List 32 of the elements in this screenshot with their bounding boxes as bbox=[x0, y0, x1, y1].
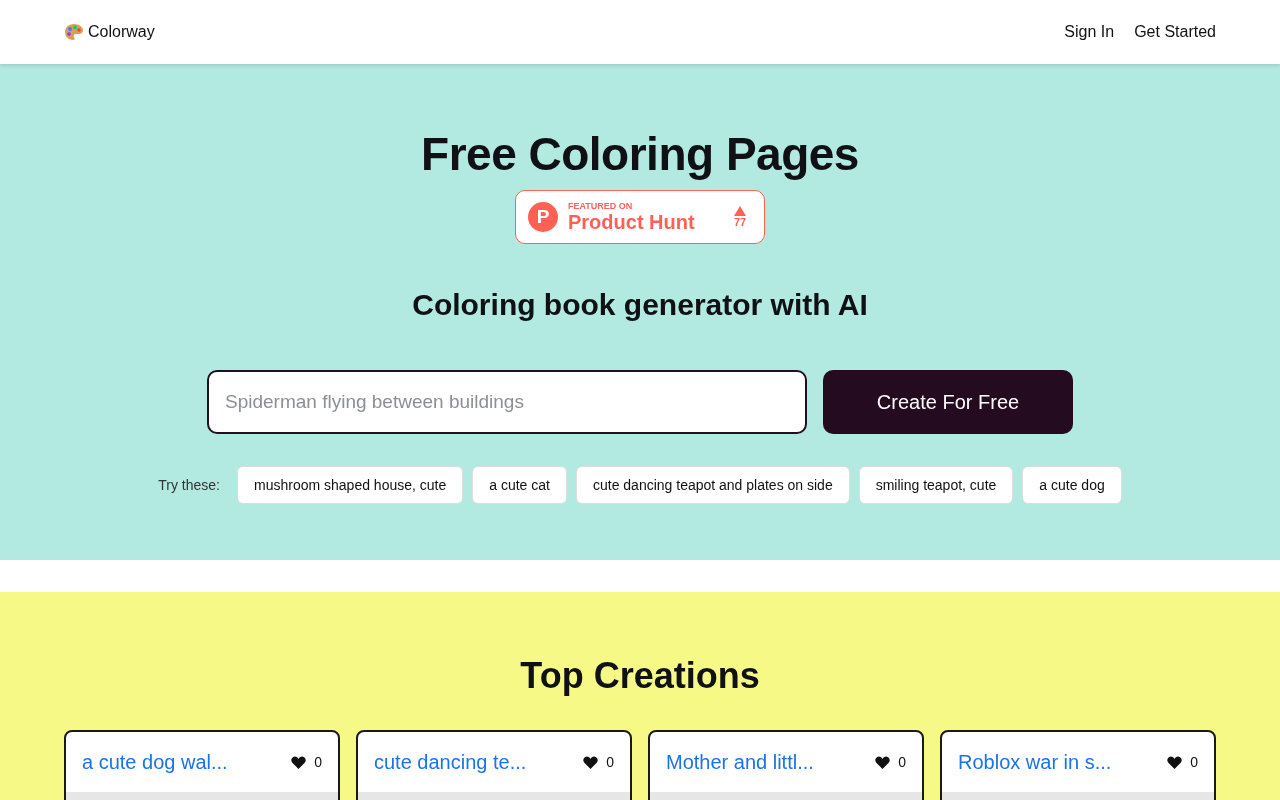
heart-icon[interactable] bbox=[291, 755, 307, 769]
prompt-input[interactable]: Spiderman flying between buildings bbox=[207, 370, 807, 434]
creation-title[interactable]: Mother and littl... bbox=[666, 750, 814, 774]
like-count: 0 bbox=[314, 754, 322, 770]
like-count: 0 bbox=[898, 754, 906, 770]
nav-link[interactable]: Get Started bbox=[1134, 23, 1216, 41]
badge-eyebrow: FEATURED ON bbox=[568, 201, 634, 211]
suggestion-chip[interactable]: mushroom shaped house, cute bbox=[237, 466, 464, 504]
creation-title[interactable]: Roblox war in s... bbox=[958, 750, 1112, 774]
brand-name: Colorway bbox=[88, 23, 155, 41]
creation-title[interactable]: a cute dog wal... bbox=[82, 750, 228, 774]
suggestion-chip[interactable]: cute dancing teapot and plates on side bbox=[575, 466, 850, 504]
heart-icon[interactable] bbox=[1167, 755, 1183, 769]
hero-title: Free Coloring Pages bbox=[421, 127, 859, 182]
hero-subtitle: Coloring book generator with AI bbox=[412, 288, 868, 322]
vote-count: 77 bbox=[733, 216, 747, 228]
like-count: 0 bbox=[1190, 754, 1198, 770]
suggestion-chip[interactable]: smiling teapot, cute bbox=[858, 466, 1014, 504]
suggestion-chip[interactable]: a cute dog bbox=[1022, 466, 1122, 504]
heart-icon[interactable] bbox=[875, 755, 891, 769]
badge-name: Product Hunt bbox=[568, 211, 696, 233]
create-button[interactable]: Create For Free bbox=[823, 370, 1073, 434]
upvote-triangle-icon bbox=[734, 206, 746, 216]
suggestions-label: Try these: bbox=[158, 477, 220, 493]
nav-link[interactable]: Sign In bbox=[1064, 23, 1115, 41]
product-hunt-logo: P bbox=[528, 202, 558, 232]
like-count: 0 bbox=[606, 754, 614, 770]
creation-title[interactable]: cute dancing te... bbox=[374, 750, 527, 774]
section-title: Top Creations bbox=[520, 654, 760, 698]
palette-icon bbox=[64, 23, 84, 41]
heart-icon[interactable] bbox=[583, 755, 599, 769]
suggestion-chip[interactable]: a cute cat bbox=[472, 466, 567, 504]
